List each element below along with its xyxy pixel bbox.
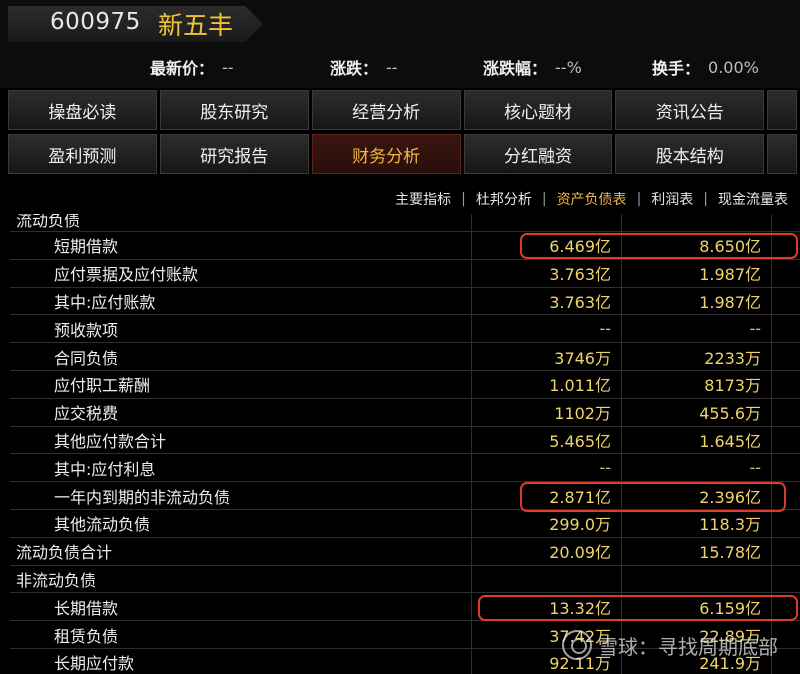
highlight-short-term-loan (520, 233, 798, 259)
table-row: 流动负债 (10, 214, 800, 232)
row-value-2: 118.3万 (622, 509, 772, 537)
row-label: 合同负债 (10, 343, 472, 370)
row-value-2: 455.6万 (622, 398, 772, 426)
row-label: 其他应付款合计 (10, 426, 472, 454)
price-field: 最新价： -- (150, 55, 234, 79)
row-value-2: -- (622, 454, 772, 482)
table-row: 其他应付款合计 5.465亿 1.645亿 (10, 426, 800, 455)
row-value-2: -- (622, 315, 772, 343)
subtab-separator: | (461, 191, 466, 207)
row-label: 长期借款 (10, 593, 472, 621)
nav-yingli[interactable]: 盈利预测 (8, 134, 157, 174)
nav-row-1: 操盘必读 股东研究 经营分析 核心题材 资讯公告 (8, 90, 800, 130)
table-row: 其中:应付账款 3.763亿 1.987亿 (10, 287, 800, 316)
row-value-2: 8173万 (622, 370, 772, 398)
subtab-separator: | (541, 191, 547, 207)
row-value-1: 5.465亿 (472, 426, 622, 454)
pct-value: --% (555, 57, 582, 77)
price-value: -- (222, 57, 234, 77)
price-label: 最新价： (150, 59, 215, 78)
row-value-2: 1.987亿 (622, 259, 772, 287)
subtab-cashflow[interactable]: 现金流量表 (718, 189, 788, 209)
turnover-field: 换手： 0.00% (652, 55, 759, 79)
finance-subtabs: 主要指标 | 杜邦分析 | 资产负债表 | 利润表 | 现金流量表 (395, 188, 788, 210)
row-value-1: 1102万 (472, 398, 622, 426)
row-label: 其中:应付账款 (10, 287, 472, 315)
nav-jingying[interactable]: 经营分析 (311, 90, 461, 130)
table-row: 预收款项 -- -- (10, 315, 800, 344)
subtab-separator: | (703, 191, 708, 207)
table-row: 应付职工薪酬 1.011亿 8173万 (10, 370, 800, 399)
stock-code: 600975 (50, 9, 141, 35)
stock-header: 600975 新五丰 最新价： -- 涨跌： -- 涨跌幅： --% 换手： 0… (0, 0, 800, 88)
row-value-1 (472, 565, 622, 593)
change-value: -- (386, 57, 398, 77)
table-row: 非流动负债 (10, 565, 800, 594)
row-label: 流动负债合计 (10, 537, 472, 565)
row-value-2: 1.645亿 (622, 426, 772, 454)
highlight-long-term-loan (478, 595, 798, 621)
row-label: 长期应付款 (10, 648, 472, 674)
turnover-label: 换手： (652, 59, 701, 78)
nav-yanjiu[interactable]: 研究报告 (159, 134, 309, 174)
row-value-1: -- (472, 315, 622, 343)
nav-hexin[interactable]: 核心题材 (463, 90, 613, 130)
row-value-2: 2233万 (622, 343, 772, 370)
table-row: 合同负债 3746万 2233万 (10, 343, 800, 371)
pct-label: 涨跌幅： (483, 59, 548, 78)
nav-caiwu[interactable]: 财务分析 (311, 134, 461, 174)
row-value-1: 1.011亿 (472, 370, 622, 398)
nav-row-2: 盈利预测 研究报告 财务分析 分红融资 股本结构 (8, 134, 800, 174)
highlight-current-noncurrent-liability (520, 482, 786, 512)
row-value-2: 1.987亿 (622, 287, 772, 315)
row-value-1: 299.0万 (472, 509, 622, 537)
nav-more-2[interactable] (767, 134, 797, 174)
table-row: 其他流动负债 299.0万 118.3万 (10, 509, 800, 538)
row-value-2 (622, 214, 772, 231)
stock-name: 新五丰 (158, 11, 234, 40)
row-value-2 (622, 565, 772, 593)
row-value-1: 20.09亿 (472, 537, 622, 565)
row-value-1: 3746万 (472, 343, 622, 370)
row-value-1: 3.763亿 (472, 259, 622, 287)
subtab-dupont[interactable]: 杜邦分析 (476, 189, 532, 209)
row-label: 租赁负债 (10, 621, 472, 648)
turnover-value: 0.00% (708, 57, 759, 77)
row-label: 应付票据及应付账款 (10, 259, 472, 287)
change-label: 涨跌： (330, 59, 379, 78)
subtab-main-indicators[interactable]: 主要指标 (395, 189, 451, 209)
row-label: 预收款项 (10, 315, 472, 343)
table-row: 其中:应付利息 -- -- (10, 454, 800, 483)
row-label: 其他流动负债 (10, 509, 472, 537)
table-row: 应交税费 1102万 455.6万 (10, 398, 800, 427)
nav-zixun[interactable]: 资讯公告 (615, 90, 765, 130)
row-value-1 (472, 214, 622, 231)
row-label: 应付职工薪酬 (10, 370, 472, 398)
row-value-1: -- (472, 454, 622, 482)
row-label: 非流动负债 (10, 565, 472, 593)
subtab-separator: | (636, 191, 642, 207)
row-label: 流动负债 (10, 214, 472, 231)
row-value-1: 3.763亿 (472, 287, 622, 315)
row-value-2: 15.78亿 (622, 537, 772, 565)
row-label: 其中:应付利息 (10, 454, 472, 482)
table-row: 流动负债合计 20.09亿 15.78亿 (10, 537, 800, 566)
subtab-income-statement[interactable]: 利润表 (651, 189, 693, 209)
row-label: 一年内到期的非流动负债 (10, 482, 472, 509)
nav-caopan[interactable]: 操盘必读 (8, 90, 157, 130)
nav-fenhong[interactable]: 分红融资 (463, 134, 613, 174)
nav-gudong[interactable]: 股东研究 (159, 90, 309, 130)
pct-field: 涨跌幅： --% (483, 55, 582, 79)
change-field: 涨跌： -- (330, 55, 398, 79)
watermark-text: 雪球：寻找周期底部 (598, 634, 778, 659)
nav-guben[interactable]: 股本结构 (615, 134, 765, 174)
nav-more-1[interactable] (767, 90, 797, 130)
table-row: 应付票据及应付账款 3.763亿 1.987亿 (10, 259, 800, 288)
watermark: 雪球：寻找周期底部 (562, 630, 778, 660)
subtab-balance-sheet[interactable]: 资产负债表 (557, 189, 627, 209)
xueqiu-logo-icon (562, 630, 592, 660)
row-label: 短期借款 (10, 232, 472, 259)
row-label: 应交税费 (10, 398, 472, 426)
